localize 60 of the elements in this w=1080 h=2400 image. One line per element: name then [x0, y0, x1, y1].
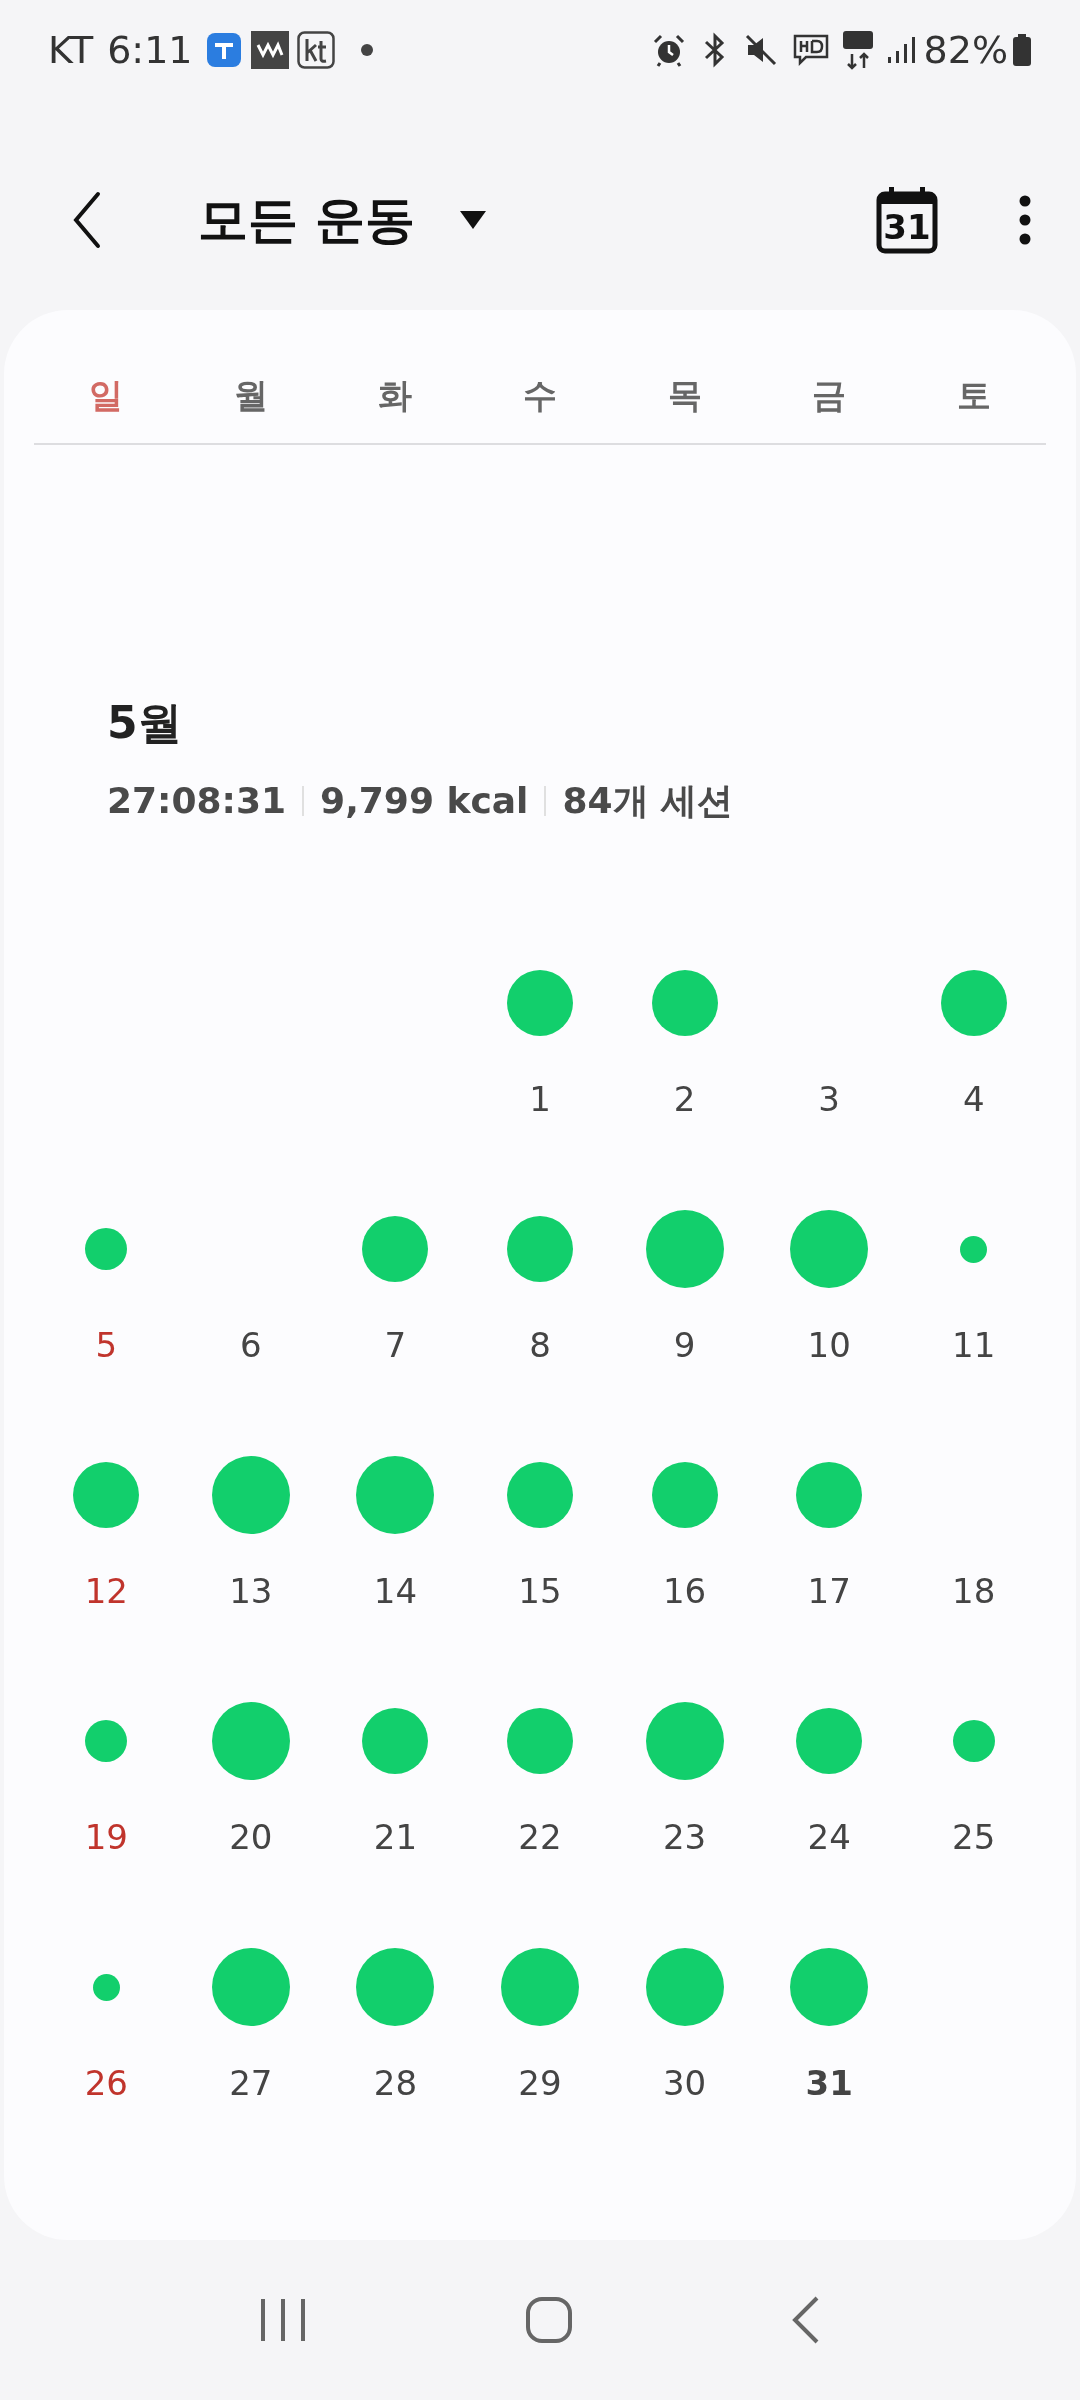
alarm-icon	[651, 33, 686, 67]
home-button[interactable]	[525, 2296, 573, 2344]
date-number[interactable]: 6	[240, 1319, 262, 1371]
date-number[interactable]: 20	[229, 1811, 273, 1863]
date-number[interactable]: 31	[805, 2057, 853, 2109]
date-number[interactable]: 10	[807, 1319, 851, 1371]
summary-stat: 9,799 kcal	[320, 779, 529, 823]
summary-stat: 84개 세션	[562, 779, 734, 823]
weekday-label: 목	[667, 374, 702, 417]
date-number[interactable]: 5	[95, 1319, 118, 1371]
dot-icon	[360, 44, 373, 56]
date-number[interactable]: 12	[84, 1565, 128, 1617]
app-notification-icon	[204, 31, 243, 69]
date-number[interactable]: 8	[529, 1319, 551, 1371]
date-number[interactable]: 22	[518, 1811, 562, 1863]
recent-apps-button[interactable]	[259, 2297, 307, 2343]
date-number[interactable]: 16	[662, 1565, 707, 1617]
date-number[interactable]: 1	[529, 1073, 551, 1125]
weekday-label: 화	[378, 374, 413, 417]
date-number[interactable]: 25	[952, 1811, 996, 1863]
date-number[interactable]: 3	[818, 1073, 840, 1125]
weekday-label: 수	[523, 374, 557, 417]
date-number[interactable]: 18	[952, 1565, 996, 1617]
date-number[interactable]: 23	[662, 1811, 707, 1863]
hd-voice-icon	[791, 33, 830, 67]
weekday-label: 금	[812, 374, 847, 417]
status-time: 6:11	[107, 26, 193, 74]
date-number[interactable]: 15	[518, 1565, 562, 1617]
date-number[interactable]: 4	[962, 1073, 985, 1125]
battery-percent: 82%	[923, 26, 1008, 74]
weekday-label: 월	[233, 374, 268, 417]
workout-filter-dropdown[interactable]: 모든 운동	[198, 182, 488, 258]
date-number[interactable]: 30	[662, 2057, 707, 2109]
back-nav-button[interactable]	[791, 2295, 821, 2345]
summary-stat: 27:08:31	[107, 779, 287, 823]
date-number[interactable]: 19	[84, 1811, 128, 1863]
date-number[interactable]: 21	[373, 1811, 418, 1863]
dropdown-arrow-icon	[459, 210, 488, 230]
weekday-label: 일	[89, 374, 124, 417]
date-number[interactable]: 11	[952, 1319, 996, 1371]
mute-icon	[743, 33, 778, 67]
date-number[interactable]: 13	[229, 1565, 273, 1617]
date-number[interactable]: 17	[807, 1565, 851, 1617]
app-notification-icon	[250, 31, 289, 69]
date-number[interactable]: 28	[373, 2057, 418, 2109]
date-number[interactable]: 26	[84, 2057, 128, 2109]
date-number[interactable]: 27	[229, 2057, 273, 2109]
carrier-label: KT	[48, 26, 94, 74]
date-number[interactable]: 7	[384, 1319, 407, 1371]
weekday-label: 토	[956, 374, 991, 417]
signal-icon	[885, 35, 916, 65]
month-title: 5월	[107, 696, 183, 750]
app-notification-icon	[296, 31, 335, 69]
date-number[interactable]: 29	[518, 2057, 562, 2109]
battery-icon	[1012, 34, 1032, 66]
more-options-button[interactable]	[1018, 195, 1032, 245]
date-number[interactable]: 9	[673, 1319, 696, 1371]
date-number[interactable]: 24	[807, 1811, 851, 1863]
date-number[interactable]: 2	[673, 1073, 696, 1125]
date-number[interactable]: 14	[373, 1565, 418, 1617]
